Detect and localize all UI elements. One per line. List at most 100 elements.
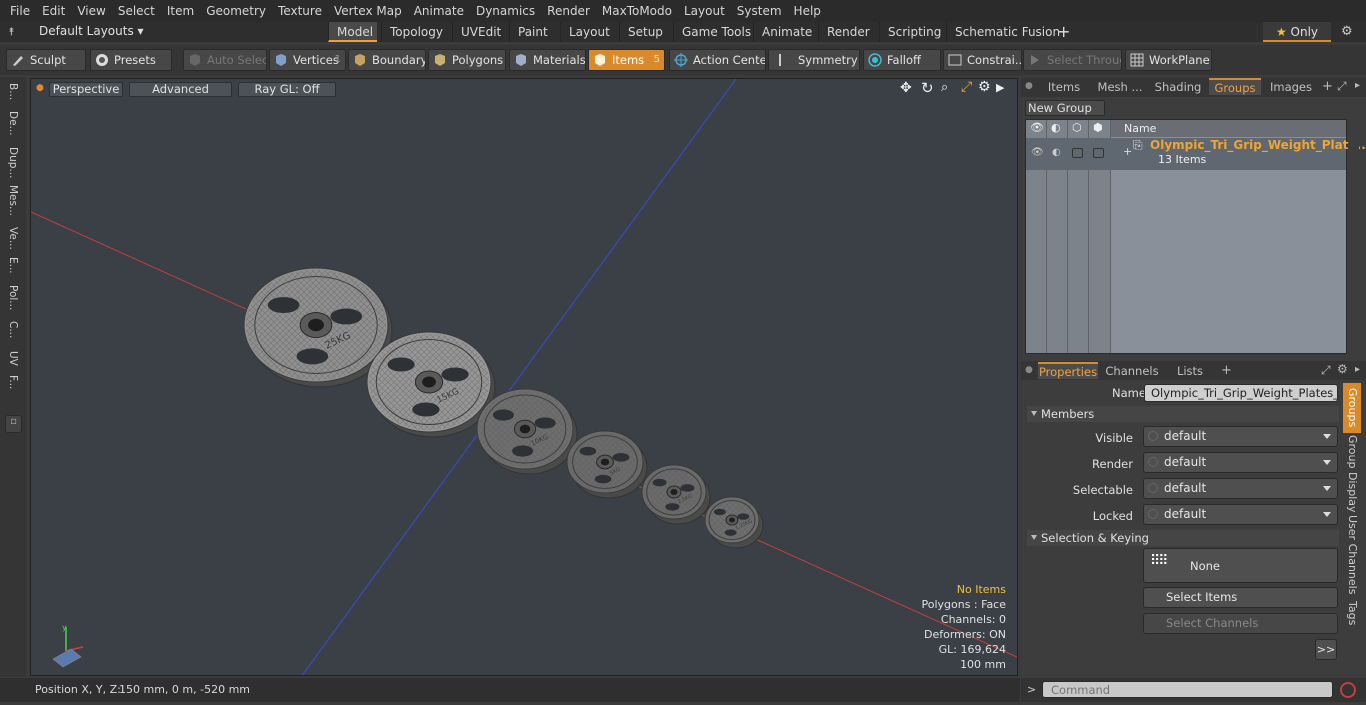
expand-plus-icon[interactable]: + [1123, 145, 1132, 158]
action-center-button[interactable]: Action Center [669, 49, 766, 71]
menu-dynamics[interactable]: Dynamics [470, 0, 541, 22]
select-items-button[interactable]: Select Items [1143, 587, 1338, 608]
side-tab-groups[interactable]: Groups [1343, 383, 1361, 433]
left-tab-edge[interactable]: E... [4, 257, 22, 283]
menu-animate[interactable]: Animate [408, 0, 470, 22]
panel-arrow-icon[interactable]: ▸ [1355, 80, 1360, 91]
menu-view[interactable]: View [71, 0, 111, 22]
3d-viewport[interactable]: 25KG 15KG 10KG 5KG 2.5KG 1.25KG y ● Perspecti… [30, 78, 1018, 676]
panel-menu-dot-icon[interactable]: ● [1025, 81, 1033, 91]
menu-file[interactable]: File [0, 0, 36, 22]
eye-icon[interactable]: 👁 [1030, 121, 1044, 134]
polygons-button[interactable]: Polygons [428, 49, 506, 71]
menu-item[interactable]: Item [161, 0, 200, 22]
materials-button[interactable]: Materials [509, 49, 586, 71]
vertices-button[interactable]: Vertices 1 [269, 49, 346, 71]
side-tab-group-display[interactable]: Group Display [1343, 435, 1361, 513]
rotate-icon[interactable]: ↻ [921, 79, 934, 97]
viewport-menu-dot-icon[interactable]: ● [36, 83, 44, 93]
symmetry-button[interactable]: Symmetry [768, 49, 860, 71]
select-icon[interactable]: ⬢ [1093, 121, 1103, 134]
none-button[interactable]: ⠿⠿ None [1143, 548, 1338, 583]
props-arrow-icon[interactable]: ▸ [1355, 364, 1360, 375]
left-tab-deform[interactable]: De... [4, 111, 22, 145]
group-name[interactable]: Olympic_Tri_Grip_Weight_Plate... [1150, 138, 1366, 152]
members-section-header[interactable]: Members [1027, 406, 1339, 422]
render-select[interactable]: default [1143, 452, 1338, 473]
tab-model[interactable]: Model [328, 22, 377, 42]
items-button[interactable]: Items 5 [588, 49, 665, 71]
boundary-button[interactable]: Boundary [348, 49, 426, 71]
lock-icon[interactable]: ⬡ [1072, 121, 1082, 134]
name-column-header[interactable]: Name [1124, 122, 1156, 135]
weight-plate[interactable]: 2.5KG [641, 464, 711, 525]
left-tab-mesh-edit[interactable]: Mes... [4, 185, 22, 223]
expand-palette-icon[interactable]: ▫ [5, 415, 22, 433]
tab-paint[interactable]: Paint [509, 22, 556, 42]
tab-shading[interactable]: Shading [1151, 79, 1205, 96]
constraints-button[interactable]: Constrai... [943, 49, 1022, 71]
only-toggle[interactable]: ★ Only [1263, 22, 1331, 42]
add-prop-tab-icon[interactable]: + [1221, 363, 1232, 378]
command-input[interactable] [1042, 681, 1333, 698]
side-tab-tags[interactable]: Tags [1343, 595, 1361, 631]
more-button[interactable]: >> [1315, 639, 1337, 660]
tab-layout[interactable]: Layout [560, 22, 618, 42]
visible-select[interactable]: default [1143, 426, 1338, 447]
tab-game-tools[interactable]: Game Tools [673, 22, 759, 42]
tab-render[interactable]: Render [818, 22, 878, 42]
tab-items[interactable]: Items [1041, 79, 1087, 96]
select-through-button[interactable]: Select Through [1023, 49, 1122, 71]
menu-edit[interactable]: Edit [36, 0, 71, 22]
menu-select[interactable]: Select [112, 0, 161, 22]
maximize-icon[interactable]: ⤢ [1337, 79, 1347, 94]
row-eye-icon[interactable]: 👁 [1031, 147, 1044, 158]
collapse-up-icon[interactable]: ⯭ [8, 25, 15, 39]
tab-scripting[interactable]: Scripting [879, 22, 949, 42]
menu-system[interactable]: System [731, 0, 788, 22]
new-group-button[interactable]: New Group [1025, 100, 1105, 116]
menu-help[interactable]: Help [788, 0, 827, 22]
render-icon[interactable]: ◐ [1051, 121, 1061, 134]
gear-icon[interactable]: ⚙ [1341, 24, 1353, 39]
tab-setup[interactable]: Setup [619, 22, 671, 42]
left-tab-polygon[interactable]: Pol... [4, 285, 22, 317]
fit-view-icon[interactable]: ⤢ [961, 79, 972, 95]
sculpt-button[interactable]: Sculpt [6, 49, 86, 71]
viewport-settings-icon[interactable]: ⚙ [978, 79, 991, 95]
tab-schematic-fusion[interactable]: Schematic Fusion [946, 22, 1068, 42]
tab-mesh[interactable]: Mesh ... [1093, 79, 1147, 96]
weight-plate[interactable]: 5KG [566, 430, 648, 499]
tab-channels[interactable]: Channels [1104, 363, 1160, 380]
menu-maxtomodo[interactable]: MaxToModo [596, 0, 678, 22]
menu-vertex-map[interactable]: Vertex Map [328, 0, 408, 22]
tab-lists[interactable]: Lists [1167, 363, 1213, 380]
locked-select[interactable]: default [1143, 504, 1338, 525]
select-channels-button[interactable]: Select Channels [1143, 613, 1338, 634]
menu-geometry[interactable]: Geometry [200, 0, 272, 22]
left-tab-fusion[interactable]: F... [4, 375, 22, 405]
tab-uvedit[interactable]: UVEdit [452, 22, 509, 42]
menu-layout[interactable]: Layout [678, 0, 731, 22]
weight-plate[interactable]: 15KG [366, 331, 496, 438]
default-layouts-dropdown[interactable]: Default Layouts ▾ [39, 24, 144, 38]
left-tab-curve[interactable]: C... [4, 321, 22, 347]
viewport-expand-icon[interactable]: ▶ [996, 81, 1004, 94]
groups-list-scrollbar[interactable] [1349, 119, 1359, 354]
auto-select-button[interactable]: Auto Select [183, 49, 267, 71]
row-lock-checkbox[interactable] [1072, 148, 1083, 158]
workplane-button[interactable]: WorkPlane [1125, 49, 1212, 71]
row-select-checkbox[interactable] [1093, 148, 1104, 158]
presets-button[interactable]: Presets [90, 49, 172, 71]
menu-render[interactable]: Render [541, 0, 596, 22]
name-input[interactable]: Olympic_Tri_Grip_Weight_Plates_Set [1144, 384, 1338, 402]
weight-plate[interactable]: 1.25KG [704, 496, 764, 549]
perspective-button[interactable]: Perspective [49, 82, 123, 97]
zoom-icon[interactable]: ⌕ [941, 80, 948, 95]
props-maximize-icon[interactable]: ⤢ [1321, 363, 1331, 378]
pan-icon[interactable]: ✥ [900, 80, 912, 96]
row-render-icon[interactable]: ◐ [1052, 147, 1061, 158]
advanced-button[interactable]: Advanced [129, 82, 232, 97]
props-gear-icon[interactable]: ⚙ [1337, 362, 1348, 376]
add-tab-icon[interactable]: + [1322, 79, 1333, 94]
